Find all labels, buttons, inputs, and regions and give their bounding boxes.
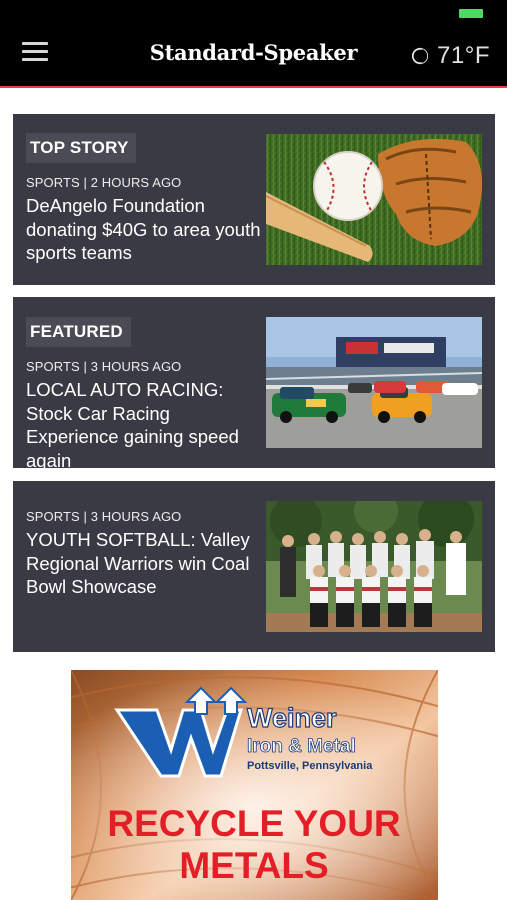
softball-team-photo xyxy=(266,501,482,632)
battery-icon xyxy=(459,9,483,18)
ad-brand-line1: Weiner xyxy=(247,703,337,733)
story-text: FEATURED SPORTS | 3 HOURS AGO LOCAL AUTO… xyxy=(26,317,262,472)
weiner-iron-metal-ad[interactable]: Weiner Iron & Metal Pottsville, Pennsylv… xyxy=(71,670,438,900)
story-text: TOP STORY SPORTS | 2 HOURS AGO DeAngelo … xyxy=(26,133,262,265)
ad-brand-location: Pottsville, Pennsylvania xyxy=(247,760,373,772)
story-headline[interactable]: YOUTH SOFTBALL: Valley Regional Warriors… xyxy=(26,528,262,599)
ad-tagline-line1: RECYCLE YOUR xyxy=(107,803,400,844)
top-story-badge: TOP STORY xyxy=(26,133,137,163)
featured-badge: FEATURED xyxy=(26,317,131,347)
story-text: SPORTS | 3 HOURS AGO YOUTH SOFTBALL: Val… xyxy=(26,509,262,599)
ad-tagline-line2: METALS xyxy=(179,845,328,886)
baseball-bat-glove-photo xyxy=(266,134,482,265)
story-meta: SPORTS | 3 HOURS AGO xyxy=(26,359,182,374)
moon-icon xyxy=(411,47,429,65)
ad-brand-line2: Iron & Metal xyxy=(247,736,356,757)
top-nav-bar: Standard-Speaker 71°F xyxy=(0,26,507,88)
story-card-softball[interactable]: SPORTS | 3 HOURS AGO YOUTH SOFTBALL: Val… xyxy=(13,481,495,652)
weather-widget[interactable]: 71°F xyxy=(411,42,490,70)
status-bar xyxy=(0,0,507,26)
story-headline[interactable]: DeAngelo Foundation donating $40G to are… xyxy=(26,194,262,265)
story-headline[interactable]: LOCAL AUTO RACING: Stock Car Racing Expe… xyxy=(26,378,262,472)
temperature-label: 71°F xyxy=(437,42,490,69)
stock-car-race-photo xyxy=(266,317,482,448)
story-meta: SPORTS | 2 HOURS AGO xyxy=(26,175,182,190)
story-meta: SPORTS | 3 HOURS AGO xyxy=(26,509,182,524)
story-card-featured[interactable]: FEATURED SPORTS | 3 HOURS AGO LOCAL AUTO… xyxy=(13,297,495,471)
story-card-top-story[interactable]: TOP STORY SPORTS | 2 HOURS AGO DeAngelo … xyxy=(13,114,495,285)
